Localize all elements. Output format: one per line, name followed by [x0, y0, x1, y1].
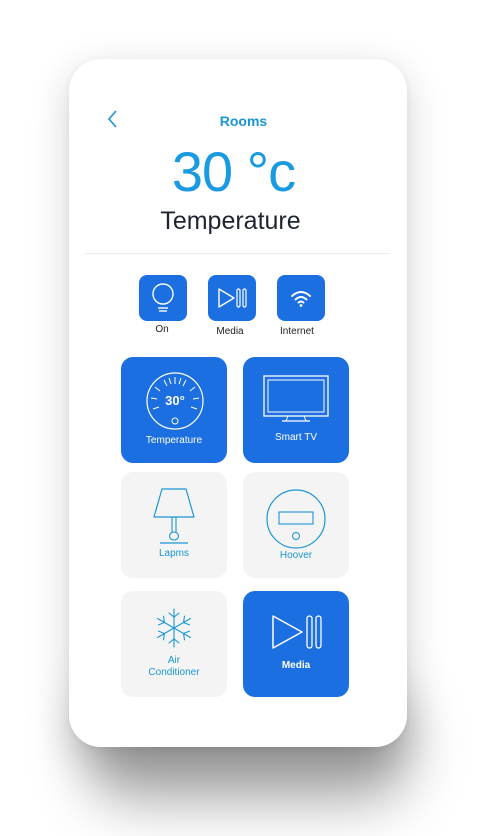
play-pause-icon [218, 288, 247, 308]
wifi-icon [291, 291, 311, 307]
tile-lamps[interactable]: Lapms [121, 472, 227, 578]
tile-hoover[interactable]: Hoover [243, 472, 349, 578]
page-title: Rooms [219, 113, 268, 129]
tile-hoover-label: Hoover [279, 550, 313, 561]
tile-lamps-label: Lapms [158, 548, 189, 559]
quick-media-button[interactable] [208, 275, 256, 321]
temperature-value: 30 °c [171, 140, 296, 203]
tile-air-conditioner[interactable]: Air Conditioner [121, 591, 227, 697]
play-pause-icon [272, 615, 322, 649]
tile-media-label: Media [281, 660, 311, 671]
tile-media[interactable]: Media [243, 591, 349, 697]
quick-internet-label: Internet [280, 326, 314, 337]
quick-on-button[interactable] [139, 275, 187, 321]
tile-temperature[interactable]: 30° Temperature [121, 357, 227, 463]
tile-smart-tv[interactable]: Smart TV [243, 357, 349, 463]
bulb-icon [152, 283, 174, 312]
thermostat-icon: 30° [146, 372, 204, 430]
quick-internet-button[interactable] [277, 275, 325, 321]
thermostat-dial-value: 30° [165, 393, 185, 408]
tv-icon [263, 375, 329, 422]
header-divider [85, 253, 390, 254]
tile-temperature-label: Temperature [145, 435, 203, 446]
quick-on-label: On [155, 324, 169, 335]
tile-air-conditioner-label: Air Conditioner [148, 655, 200, 678]
quick-media-label: Media [216, 326, 244, 337]
snowflake-icon [156, 608, 192, 648]
temperature-label: Temperature [160, 207, 301, 235]
lamp-icon [153, 488, 195, 544]
robot-vacuum-icon [266, 489, 326, 549]
tile-smart-tv-label: Smart TV [274, 432, 318, 443]
